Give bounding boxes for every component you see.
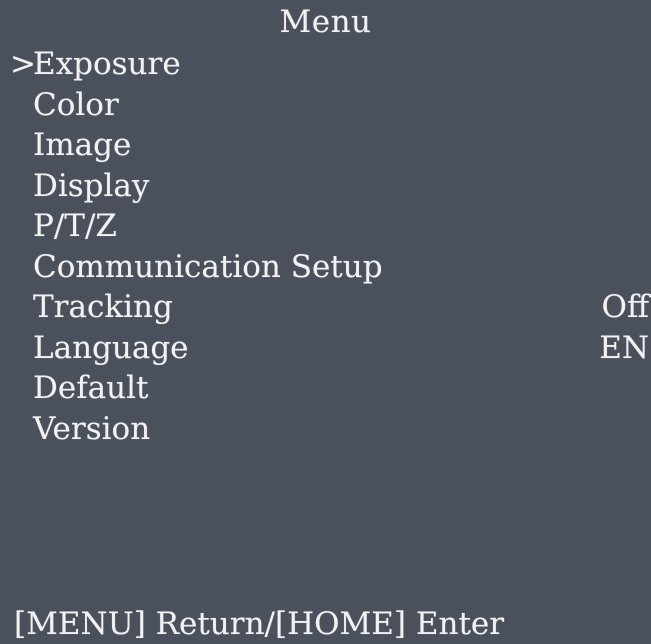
menu-item-label: Display	[33, 167, 150, 204]
tracking-value: Off	[601, 289, 649, 325]
menu-item-default[interactable]: Default	[0, 368, 651, 409]
menu-item-label: Tracking	[33, 289, 173, 325]
menu-item-tracking[interactable]: Tracking Off	[0, 287, 651, 328]
menu-list: > Exposure Color Image Display P/T/Z Com…	[0, 44, 651, 449]
menu-item-image[interactable]: Image	[0, 125, 651, 166]
menu-item-ptz[interactable]: P/T/Z	[0, 206, 651, 247]
menu-item-label: Exposure	[33, 46, 181, 82]
menu-item-label: Language	[33, 329, 189, 366]
menu-item-color[interactable]: Color	[0, 85, 651, 126]
menu-item-communication-setup[interactable]: Communication Setup	[0, 247, 651, 288]
language-value: EN	[599, 329, 649, 366]
menu-item-label: P/T/Z	[33, 208, 117, 244]
menu-title: Menu	[279, 4, 372, 40]
menu-item-version[interactable]: Version	[0, 409, 651, 450]
menu-item-label: Color	[33, 86, 119, 123]
menu-item-label: Default	[33, 370, 149, 406]
menu-item-label: Communication Setup	[33, 248, 383, 285]
menu-item-label: Version	[33, 410, 151, 447]
footer-hint: [MENU] Return/[HOME] Enter	[14, 606, 505, 642]
menu-item-label: Image	[33, 127, 132, 163]
osd-menu-screen: Menu > Exposure Color Image Display P/T/…	[0, 0, 651, 644]
menu-item-language[interactable]: Language EN	[0, 328, 651, 369]
menu-item-display[interactable]: Display	[0, 166, 651, 207]
selection-cursor-icon: >	[10, 46, 36, 82]
menu-item-exposure[interactable]: > Exposure	[0, 44, 651, 85]
